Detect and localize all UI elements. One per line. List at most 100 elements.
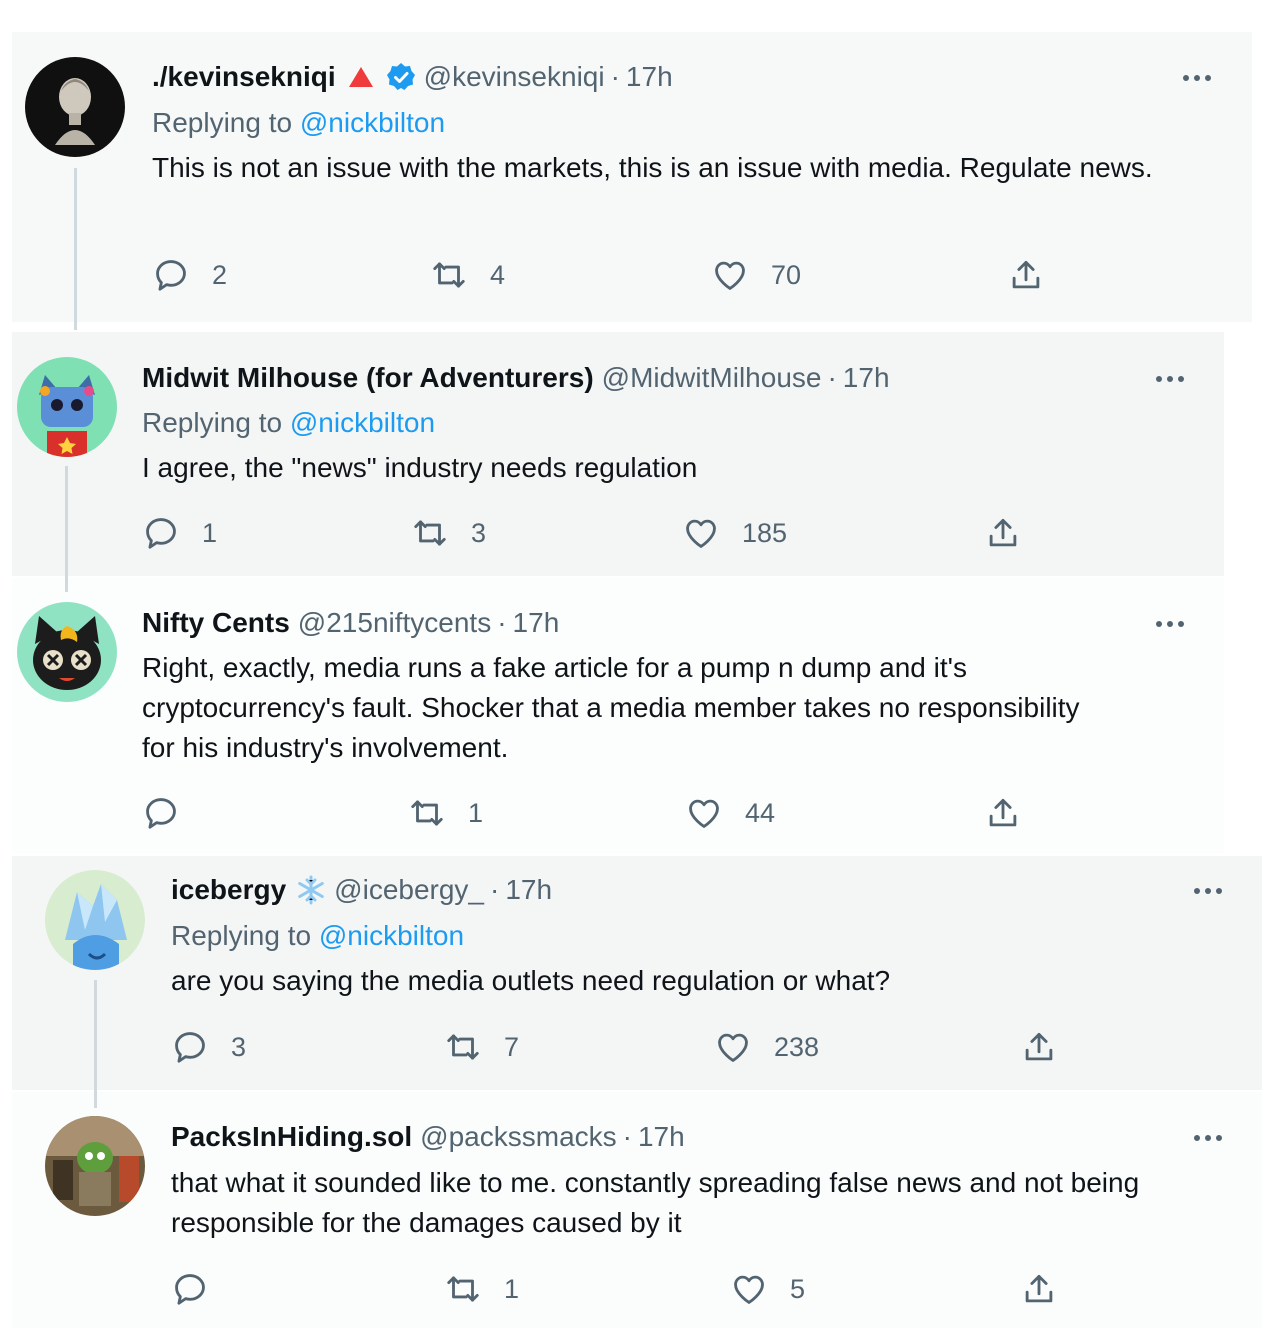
more-options-button[interactable] [1177, 68, 1217, 88]
retweet-button[interactable]: 1 [444, 1270, 519, 1308]
retweet-count: 1 [468, 797, 484, 828]
like-button[interactable]: 70 [711, 256, 801, 294]
reply-count: 1 [202, 517, 218, 548]
replying-to-label: Replying to [171, 920, 312, 951]
retweet-icon [411, 800, 443, 826]
reply-button[interactable]: 1 [142, 514, 217, 552]
retweet-icon [414, 520, 446, 546]
mention-link[interactable]: @nickbilton [290, 407, 435, 438]
reply-icon [175, 1032, 205, 1063]
reply-icon [156, 260, 186, 291]
avatar[interactable] [45, 870, 145, 970]
replying-to-label: Replying to [142, 407, 283, 438]
avatar[interactable] [17, 357, 117, 457]
red-triangle-icon [346, 62, 376, 92]
timestamp[interactable]: 17h [505, 873, 552, 907]
separator: · [610, 61, 620, 92]
snowflake-icon [296, 875, 326, 905]
share-icon [989, 798, 1017, 827]
display-name[interactable]: Nifty Cents [142, 606, 290, 640]
display-name[interactable]: icebergy [171, 873, 286, 907]
reply-button[interactable]: 3 [171, 1028, 246, 1066]
like-count: 185 [742, 517, 788, 548]
retweet-icon [433, 262, 465, 288]
like-count: 5 [790, 1273, 806, 1304]
separator: · [622, 1121, 632, 1152]
more-options-button[interactable] [1188, 881, 1228, 901]
separator: · [497, 607, 507, 638]
mention-link[interactable]: @nickbilton [319, 920, 464, 951]
like-count: 70 [771, 259, 802, 290]
display-name[interactable]: Midwit Milhouse (for Adventurers) [142, 361, 594, 395]
timestamp[interactable]: 17h [843, 361, 890, 395]
share-button[interactable] [1020, 1028, 1058, 1066]
share-icon [989, 518, 1017, 547]
more-options-button[interactable] [1150, 369, 1190, 389]
like-button[interactable]: 185 [682, 514, 787, 552]
timestamp[interactable]: 17h [638, 1120, 685, 1154]
like-button[interactable]: 238 [714, 1028, 819, 1066]
reply-count: 3 [231, 1031, 247, 1062]
thread-line [94, 980, 97, 1108]
replying-to: Replying to @nickbilton [152, 106, 445, 140]
retweet-button[interactable]: 1 [408, 794, 483, 832]
handle[interactable]: @packssmacks [420, 1120, 616, 1154]
heart-icon [715, 261, 745, 290]
reply-icon [146, 518, 176, 549]
mention-link[interactable]: @nickbilton [300, 107, 445, 138]
like-button[interactable]: 44 [685, 794, 775, 832]
tweet-text: This is not an issue with the markets, t… [152, 152, 1153, 183]
tweet-text: I agree, the "news" industry needs regul… [142, 452, 698, 483]
timestamp[interactable]: 17h [513, 606, 560, 640]
retweet-button[interactable]: 3 [411, 514, 486, 552]
reply-count: 2 [212, 259, 228, 290]
heart-icon [689, 799, 719, 828]
handle[interactable]: @kevinsekniqi [424, 60, 605, 94]
reply-icon [175, 1274, 205, 1305]
thread-line [65, 466, 68, 592]
verified-badge-icon [386, 62, 416, 92]
avatar[interactable] [25, 57, 125, 157]
retweet-count: 1 [504, 1273, 520, 1304]
reply-button[interactable] [171, 1270, 231, 1308]
reply-button[interactable] [142, 794, 202, 832]
reply-button[interactable]: 2 [152, 256, 227, 294]
tweet-text: are you saying the media outlets need re… [171, 965, 891, 996]
heart-icon [686, 519, 716, 548]
like-button[interactable]: 5 [730, 1270, 805, 1308]
retweet-count: 4 [490, 259, 506, 290]
share-button[interactable] [1020, 1270, 1058, 1308]
share-button[interactable] [984, 794, 1022, 832]
more-options-button[interactable] [1150, 614, 1190, 634]
like-count: 44 [745, 797, 776, 828]
thread-line [74, 168, 77, 330]
replying-to: Replying to @nickbilton [171, 919, 464, 953]
share-icon [1025, 1032, 1053, 1061]
more-options-button[interactable] [1188, 1128, 1228, 1148]
separator: · [827, 362, 837, 393]
handle[interactable]: @icebergy_ [334, 873, 484, 907]
heart-icon [718, 1033, 748, 1062]
retweet-count: 7 [504, 1031, 520, 1062]
share-button[interactable] [984, 514, 1022, 552]
separator: · [490, 874, 500, 905]
share-icon [1025, 1274, 1053, 1303]
avatar[interactable] [45, 1116, 145, 1216]
display-name[interactable]: ./kevinsekniqi [152, 60, 336, 94]
timestamp[interactable]: 17h [626, 60, 673, 94]
handle[interactable]: @215niftycents [298, 606, 491, 640]
tweet-text: that what it sounded like to me. constan… [171, 1167, 1140, 1238]
replying-to: Replying to @nickbilton [142, 406, 435, 440]
retweet-icon [447, 1276, 479, 1302]
like-count: 238 [774, 1031, 820, 1062]
retweet-count: 3 [471, 517, 487, 548]
share-icon [1012, 260, 1040, 289]
display-name[interactable]: PacksInHiding.sol [171, 1120, 412, 1154]
tweet-text: Right, exactly, media runs a fake articl… [142, 652, 1080, 763]
handle[interactable]: @MidwitMilhouse [602, 361, 822, 395]
avatar[interactable] [17, 602, 117, 702]
heart-icon [734, 1275, 764, 1304]
retweet-button[interactable]: 4 [430, 256, 505, 294]
share-button[interactable] [1007, 256, 1045, 294]
retweet-button[interactable]: 7 [444, 1028, 519, 1066]
